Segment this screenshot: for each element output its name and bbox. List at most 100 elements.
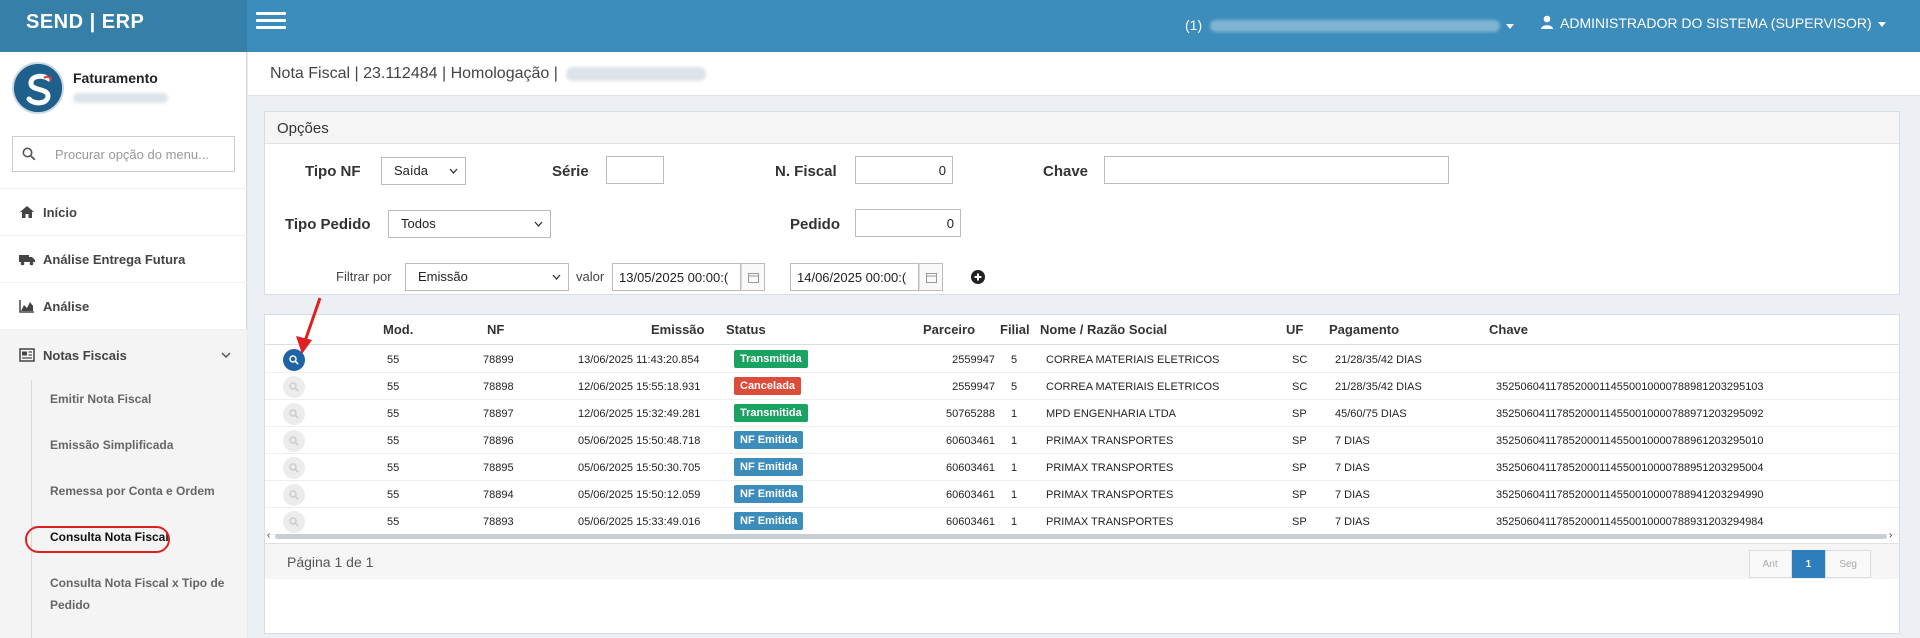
view-details-button[interactable] xyxy=(283,403,305,425)
cell-nome: PRIMAX TRANSPORTES xyxy=(1046,516,1174,528)
col-status: Status xyxy=(726,322,766,337)
brand-logo-text[interactable]: SEND | ERP xyxy=(0,0,247,52)
scroll-left-arrow[interactable]: ‹ xyxy=(267,531,275,541)
table-footer: Página 1 de 1 Ant 1 Seg xyxy=(265,543,1899,579)
date-to-calendar-button[interactable] xyxy=(919,263,943,291)
avatar xyxy=(12,62,64,114)
table-row[interactable]: 55 78896 05/06/2025 15:50:48.718 60603461 1 P… xyxy=(265,427,1899,454)
cell-uf: SC xyxy=(1292,354,1308,366)
search-icon xyxy=(289,517,299,527)
menu-toggle-icon[interactable] xyxy=(256,12,286,34)
table-row[interactable]: 55 78894 05/06/2025 15:50:12.059 60603461 1 P… xyxy=(265,481,1899,508)
n-fiscal-input[interactable] xyxy=(855,156,953,184)
table-row[interactable]: 55 78897 12/06/2025 15:32:49.281 50765288 1 M… xyxy=(265,400,1899,427)
chevron-down-icon xyxy=(1877,21,1886,27)
add-filter-button[interactable] xyxy=(971,270,985,284)
view-details-button[interactable] xyxy=(283,430,305,452)
date-from-calendar-button[interactable] xyxy=(741,263,765,291)
status-badge: NF Emitida xyxy=(734,485,804,503)
notas-fiscais-submenu: Emitir Nota Fiscal Emissão Simplificada … xyxy=(0,380,247,638)
cell-nf: 78893 xyxy=(483,516,514,528)
search-icon xyxy=(22,147,36,161)
profile-name: Faturamento xyxy=(73,70,158,86)
serie-label: Série xyxy=(552,163,589,180)
cell-pagamento: 7 DIAS xyxy=(1335,462,1370,474)
date-from-input[interactable] xyxy=(612,263,741,291)
cell-mod: 55 xyxy=(387,408,400,420)
user-menu[interactable]: ADMINISTRADOR DO SISTEMA (SUPERVISOR) xyxy=(1540,15,1886,31)
area-chart-icon xyxy=(19,300,34,313)
options-panel: Opções Tipo NF Saída Série N. Fiscal Cha… xyxy=(264,111,1900,295)
chave-input[interactable] xyxy=(1104,156,1449,184)
pedido-input[interactable] xyxy=(855,209,961,237)
scrollbar-thumb[interactable] xyxy=(275,534,1887,539)
calendar-icon xyxy=(748,273,759,283)
table-row[interactable]: 55 78895 05/06/2025 15:50:30.705 60603461 1 P… xyxy=(265,454,1899,481)
cell-nome: PRIMAX TRANSPORTES xyxy=(1046,489,1174,501)
status-badge: Cancelada xyxy=(734,377,802,395)
sidebar-item-label: Análise xyxy=(43,299,90,314)
company-name-redacted xyxy=(1210,20,1501,33)
plus-circle-icon xyxy=(974,273,982,281)
cell-nf: 78895 xyxy=(483,462,514,474)
chevron-down-icon xyxy=(221,352,231,359)
cell-filial: 5 xyxy=(1011,354,1018,366)
submenu-item-remessa-conta-ordem[interactable]: Remessa por Conta e Ordem xyxy=(50,480,215,502)
menu-search[interactable] xyxy=(12,136,235,172)
filtrar-por-select[interactable]: Emissão xyxy=(405,263,569,291)
cell-mod: 55 xyxy=(387,462,400,474)
sidebar-item-label: Notas Fiscais xyxy=(43,348,127,363)
tipo-nf-select[interactable]: Saída xyxy=(381,157,466,185)
top-navbar: SEND | ERP (1) ADMINISTRADOR DO SISTEMA … xyxy=(0,0,1920,52)
sidebar-item-analise-entrega-futura[interactable]: Análise Entrega Futura xyxy=(0,235,247,282)
date-to-input[interactable] xyxy=(790,263,919,291)
col-chave: Chave xyxy=(1489,322,1529,337)
view-details-button[interactable] xyxy=(283,376,305,398)
cell-filial: 1 xyxy=(1011,489,1018,501)
cell-nome: MPD ENGENHARIA LTDA xyxy=(1046,408,1176,420)
table-row[interactable]: 55 78898 12/06/2025 15:55:18.931 2559947 5 CO… xyxy=(265,373,1899,400)
search-icon xyxy=(289,436,299,446)
cell-parceiro: 60603461 xyxy=(946,516,995,528)
sidebar-item-notas-fiscais[interactable]: Notas Fiscais xyxy=(0,329,247,381)
prev-page-button[interactable]: Ant xyxy=(1748,550,1792,578)
view-details-button[interactable] xyxy=(283,457,305,479)
cell-nf: 78894 xyxy=(483,489,514,501)
cell-emissao: 05/06/2025 15:33:49.016 xyxy=(578,516,701,528)
col-mod: Mod. xyxy=(383,322,414,337)
next-page-button[interactable]: Seg xyxy=(1825,550,1871,578)
view-details-button[interactable] xyxy=(283,484,305,506)
cell-parceiro: 60603461 xyxy=(946,435,995,447)
sidebar-item-analise[interactable]: Análise xyxy=(0,282,247,329)
cell-uf: SC xyxy=(1292,381,1308,393)
company-selector[interactable]: (1) xyxy=(1185,17,1515,33)
horizontal-scrollbar[interactable]: ‹ › xyxy=(265,530,1899,542)
filtrar-por-label: Filtrar por xyxy=(336,269,392,284)
col-emissao: Emissão xyxy=(651,322,705,337)
table-row[interactable]: 55 78899 13/06/2025 11:43:20.854 2559947 5 CO… xyxy=(265,346,1899,373)
submenu-item-consulta-nf-tipo-pedido[interactable]: Consulta Nota Fiscal x Tipo de xyxy=(50,572,224,594)
chave-label: Chave xyxy=(1043,163,1089,180)
cell-parceiro: 50765288 xyxy=(946,408,995,420)
cell-nf: 78899 xyxy=(483,354,514,366)
col-uf: UF xyxy=(1286,322,1304,337)
tipo-nf-label: Tipo NF xyxy=(305,163,361,180)
tipo-pedido-select[interactable]: Todos xyxy=(388,210,551,238)
cell-uf: SP xyxy=(1292,435,1307,447)
page-1-button[interactable]: 1 xyxy=(1791,550,1826,578)
menu-search-input[interactable] xyxy=(43,137,233,171)
submenu-item-consulta-nf-tipo-pedido-line2[interactable]: Pedido xyxy=(50,594,90,616)
page-info: Página 1 de 1 xyxy=(287,554,374,570)
search-icon xyxy=(289,463,299,473)
submenu-item-emissao-simplificada[interactable]: Emissão Simplificada xyxy=(50,434,173,456)
scroll-right-arrow[interactable]: › xyxy=(1889,531,1897,541)
serie-input[interactable] xyxy=(606,156,664,184)
cell-emissao: 05/06/2025 15:50:48.718 xyxy=(578,435,701,447)
cell-chave: 3525060411785200011455001000078895120329… xyxy=(1496,462,1764,474)
page-title: Nota Fiscal | 23.112484 | Homologação | xyxy=(270,65,706,83)
sidebar-item-inicio[interactable]: Início xyxy=(0,188,247,235)
truck-icon xyxy=(19,255,35,266)
status-badge: NF Emitida xyxy=(734,431,804,449)
submenu-item-emitir-nota-fiscal[interactable]: Emitir Nota Fiscal xyxy=(50,388,151,410)
cell-chave: 3525060411785200011455001000078897120329… xyxy=(1496,408,1764,420)
